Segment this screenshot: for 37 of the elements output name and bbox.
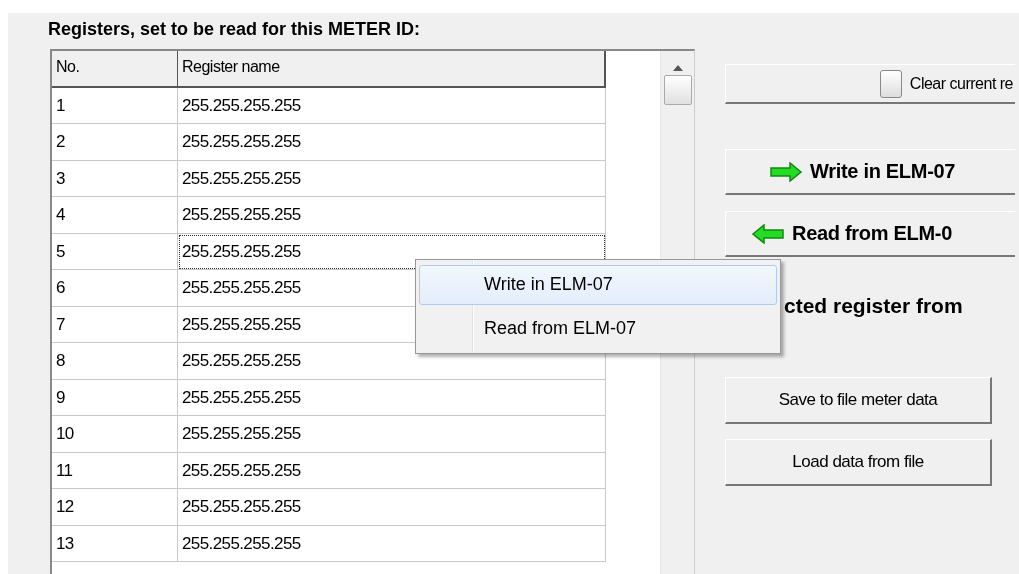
- menu-item[interactable]: Write in ELM-07: [419, 265, 777, 305]
- table-cell: 12: [52, 489, 178, 526]
- scroll-thumb[interactable]: [663, 75, 692, 105]
- table-cell: 13: [52, 525, 178, 562]
- table-cell[interactable]: 255.255.255.255: [178, 416, 606, 453]
- table-cell[interactable]: 255.255.255.255: [178, 525, 606, 562]
- right-arrow-icon: [770, 161, 802, 182]
- table-cell: 7: [52, 306, 178, 343]
- column-header[interactable]: No.: [52, 51, 178, 88]
- table-cell: 8: [52, 343, 178, 380]
- table-cell: 5: [52, 233, 178, 270]
- write-button[interactable]: Write in ELM-07: [725, 149, 1015, 195]
- section-label: cted register from: [784, 294, 964, 318]
- table-cell: 2: [52, 124, 178, 161]
- column-header[interactable]: Register name: [178, 51, 606, 88]
- table-cell[interactable]: 255.255.255.255: [178, 452, 606, 489]
- table-cell[interactable]: 255.255.255.255: [178, 489, 606, 526]
- table-cell[interactable]: 255.255.255.255: [178, 124, 606, 161]
- table-cell: 6: [52, 270, 178, 307]
- table-cell: 1: [52, 87, 178, 124]
- save-button[interactable]: Save to file meter data: [725, 377, 992, 424]
- clear-button[interactable]: Clear current re: [725, 64, 1015, 104]
- table-cell[interactable]: 255.255.255.255: [178, 379, 606, 416]
- read-button[interactable]: Read from ELM-0: [725, 211, 1015, 257]
- table-cell: 4: [52, 197, 178, 234]
- table-cell: 11: [52, 452, 178, 489]
- table-cell[interactable]: 255.255.255.255: [178, 160, 606, 197]
- table-cell: 10: [52, 416, 178, 453]
- load-button[interactable]: Load data from file: [725, 439, 992, 486]
- section-heading: Registers, set to be read for this METER ID:: [48, 19, 422, 40]
- table-cell[interactable]: 255.255.255.255: [178, 87, 606, 124]
- table-cell: 3: [52, 160, 178, 197]
- left-arrow-icon: [752, 223, 784, 244]
- table-cell[interactable]: 255.255.255.255: [178, 197, 606, 234]
- table-cell: 9: [52, 379, 178, 416]
- checkbox[interactable]: [879, 69, 902, 98]
- scroll-up-icon[interactable]: [672, 65, 683, 71]
